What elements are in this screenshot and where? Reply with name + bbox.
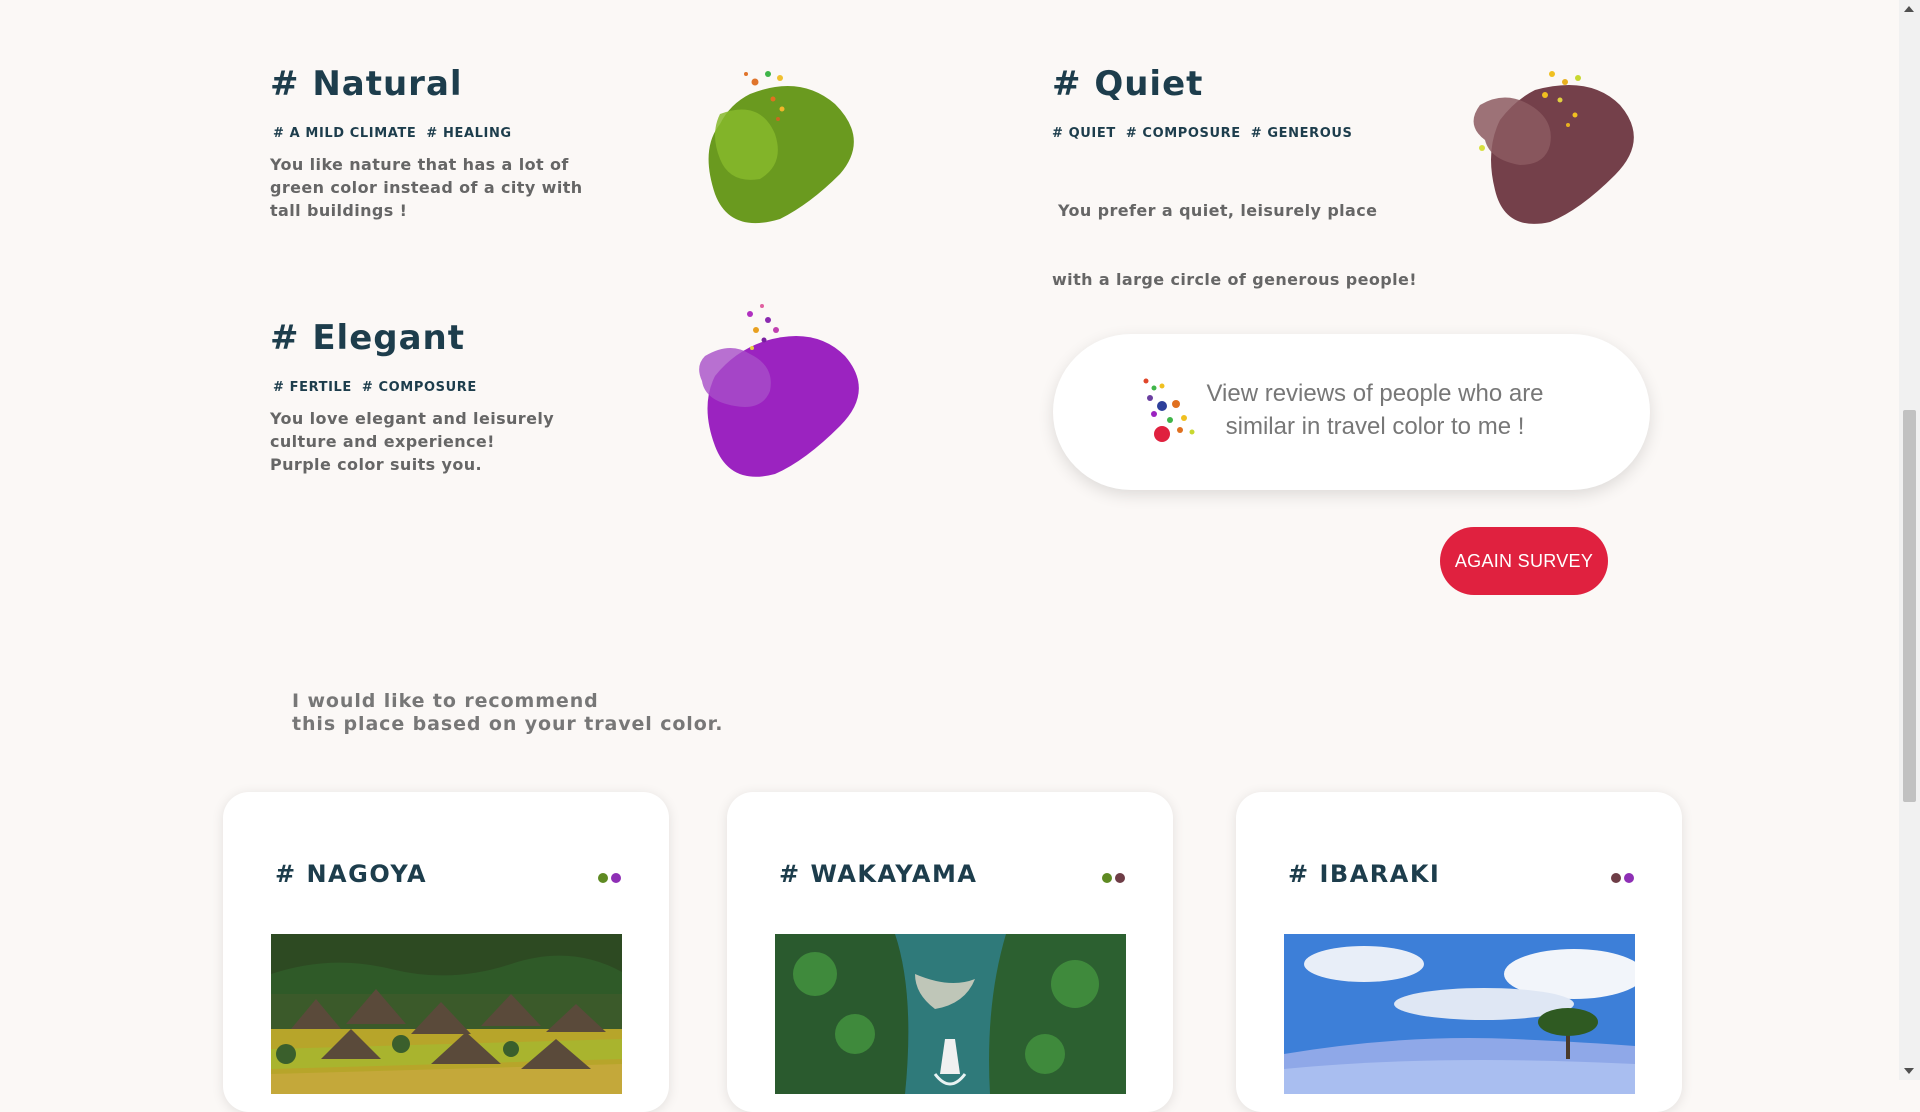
color-description: You love elegant and leisurely culture a…	[270, 409, 555, 474]
green-dot-icon	[1102, 873, 1112, 883]
scrollbar-thumb[interactable]	[1903, 410, 1916, 802]
triangle-up-icon[interactable]	[1904, 6, 1914, 12]
vertical-scrollbar[interactable]	[1899, 0, 1920, 1080]
color-dots	[598, 873, 621, 883]
tag: # HEALING	[426, 126, 512, 141]
tag-list: # A MILD CLIMATE # HEALING	[273, 126, 583, 141]
card-title: # WAKAYAMA	[779, 860, 978, 888]
ibaraki-flower-field-image	[1284, 934, 1635, 1094]
green-dot-icon	[598, 873, 608, 883]
color-dots-icon	[1143, 378, 1195, 442]
wakayama-gorge-image	[775, 934, 1126, 1094]
place-card-nagoya[interactable]: # NAGOYA	[223, 792, 669, 1112]
color-block-natural: # Natural # A MILD CLIMATE # HEALING You…	[270, 64, 583, 222]
card-title: # NAGOYA	[275, 860, 428, 888]
color-description: You like nature that has a lot of green …	[270, 155, 583, 220]
purple-dot-icon	[611, 873, 621, 883]
color-block-quiet: # Quiet # QUIET # COMPOSURE # GENEROUS Y…	[1052, 64, 1417, 337]
color-block-elegant: # Elegant # FERTILE # COMPOSURE You love…	[270, 318, 554, 476]
tag: # FERTILE	[273, 380, 352, 395]
color-dots	[1102, 873, 1125, 883]
green-color-blob-icon	[708, 71, 854, 224]
recommend-text: I would like to recommend this place bas…	[292, 690, 724, 735]
view-reviews-text[interactable]: View reviews of people who are similar i…	[1200, 377, 1550, 443]
color-title: # Elegant	[270, 318, 466, 358]
place-card-wakayama[interactable]: # WAKAYAMA	[727, 792, 1173, 1112]
triangle-down-icon[interactable]	[1904, 1068, 1914, 1074]
tag: # COMPOSURE	[361, 380, 477, 395]
tag: # A MILD CLIMATE	[273, 126, 417, 141]
purple-color-blob-icon	[699, 304, 859, 477]
maroon-dot-icon	[1115, 873, 1125, 883]
card-title: # IBARAKI	[1288, 860, 1441, 888]
color-title: # Natural	[270, 64, 463, 104]
tag: # GENEROUS	[1250, 126, 1353, 141]
nagoya-village-image	[271, 934, 622, 1094]
tag: # COMPOSURE	[1125, 126, 1241, 141]
maroon-dot-icon	[1611, 873, 1621, 883]
color-dots	[1611, 873, 1634, 883]
tag-list: # QUIET # COMPOSURE # GENEROUS	[1052, 126, 1417, 141]
tag-list: # FERTILE # COMPOSURE	[273, 380, 554, 395]
color-title: # Quiet	[1052, 64, 1204, 104]
again-survey-button[interactable]: AGAIN SURVEY	[1440, 527, 1608, 595]
color-description: You prefer a quiet, leisurely place with…	[1052, 201, 1417, 289]
purple-dot-icon	[1624, 873, 1634, 883]
tag: # QUIET	[1052, 126, 1116, 141]
maroon-color-blob-icon	[1473, 71, 1634, 224]
place-card-ibaraki[interactable]: # IBARAKI	[1236, 792, 1682, 1112]
